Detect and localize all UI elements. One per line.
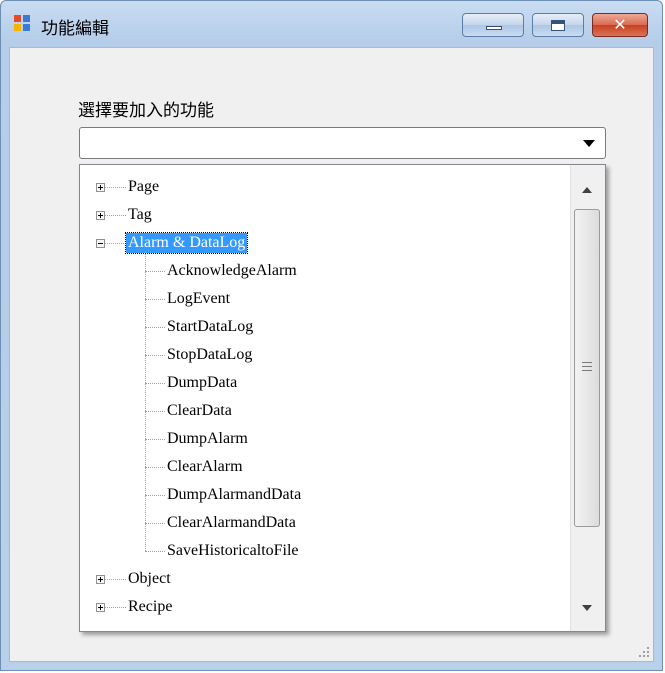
tree-connector xyxy=(145,523,165,524)
tree-child-node[interactable]: AcknowledgeAlarm xyxy=(80,257,570,285)
tree-node-label[interactable]: Page xyxy=(126,177,161,197)
tree-connector xyxy=(105,215,126,216)
expand-icon[interactable] xyxy=(96,603,105,612)
tree-child-label[interactable]: ClearAlarm xyxy=(165,457,245,477)
minimize-button[interactable] xyxy=(462,13,524,37)
tree-connector xyxy=(105,579,126,580)
tree-child-node[interactable]: ClearAlarm xyxy=(80,453,570,481)
tree-child-label[interactable]: LogEvent xyxy=(165,289,232,309)
expand-icon[interactable] xyxy=(96,575,105,584)
tree-child-label[interactable]: AcknowledgeAlarm xyxy=(165,261,299,281)
tree-child-node[interactable]: DumpAlarm xyxy=(80,425,570,453)
dialog-window: 功能編輯 ✕ 選擇要加入的功能 Page Tag Alarm & DataLog Ac… xyxy=(0,0,663,671)
tree-child-node[interactable]: ClearData xyxy=(80,397,570,425)
tree-connector xyxy=(105,187,126,188)
tree-child-label[interactable]: DumpAlarm xyxy=(165,429,250,449)
tree-child-label[interactable]: SaveHistoricaltoFile xyxy=(165,541,301,561)
tree-child-node[interactable]: LogEvent xyxy=(80,285,570,313)
function-select-label: 選擇要加入的功能 xyxy=(78,101,214,121)
resize-grip-icon[interactable] xyxy=(639,647,649,657)
tree-node-label[interactable]: Recipe xyxy=(126,597,174,617)
close-button[interactable]: ✕ xyxy=(592,13,648,37)
tree-child-node[interactable]: ClearAlarmandData xyxy=(80,509,570,537)
expand-icon[interactable] xyxy=(96,211,105,220)
tree-node[interactable]: Object xyxy=(80,565,570,593)
tree-child-label[interactable]: StopDataLog xyxy=(165,345,254,365)
tree-child-node[interactable]: DumpAlarmandData xyxy=(80,481,570,509)
maximize-button[interactable] xyxy=(532,13,584,37)
tree-child-node[interactable]: SaveHistoricaltoFile xyxy=(80,537,570,565)
tree-child-label[interactable]: ClearData xyxy=(165,401,234,421)
tree-child-label[interactable]: DumpAlarmandData xyxy=(165,485,303,505)
tree-node-label[interactable]: Alarm & DataLog xyxy=(124,232,249,254)
tree-node[interactable]: Recipe xyxy=(80,593,570,621)
window-title: 功能編輯 xyxy=(41,19,109,39)
scroll-up-arrow-icon[interactable] xyxy=(582,187,592,193)
tree-connector xyxy=(145,411,165,412)
collapse-icon[interactable] xyxy=(96,239,105,248)
scroll-down-arrow-icon[interactable] xyxy=(582,605,592,611)
tree-scrollbar[interactable] xyxy=(570,165,605,631)
tree-connector xyxy=(145,439,165,440)
tree-connector xyxy=(105,243,126,244)
tree-connector xyxy=(145,299,165,300)
maximize-icon xyxy=(551,20,565,31)
tree-node-label[interactable]: Object xyxy=(126,569,173,589)
tree-child-guide xyxy=(145,251,146,551)
tree-rows: Page Tag Alarm & DataLog AcknowledgeAlarm Lo… xyxy=(80,165,570,631)
tree-child-node[interactable]: DumpData xyxy=(80,369,570,397)
tree-node[interactable]: Tag xyxy=(80,201,570,229)
tree-child-node[interactable]: StartDataLog xyxy=(80,313,570,341)
thumb-grip-line xyxy=(582,366,592,367)
tree-child-label[interactable]: StartDataLog xyxy=(165,317,255,337)
close-icon: ✕ xyxy=(613,15,627,34)
tree-child-node[interactable]: StopDataLog xyxy=(80,341,570,369)
thumb-grip-line xyxy=(582,362,592,363)
tree-child-label[interactable]: DumpData xyxy=(165,373,239,393)
tree-connector xyxy=(145,551,165,552)
client-area: 選擇要加入的功能 Page Tag Alarm & DataLog Acknowled… xyxy=(9,47,654,662)
title-bar[interactable]: 功能編輯 ✕ xyxy=(1,1,662,47)
tree-connector xyxy=(145,383,165,384)
thumb-grip-line xyxy=(582,370,592,371)
tree-node-label[interactable]: Tag xyxy=(126,205,154,225)
tree-connector xyxy=(105,607,126,608)
function-combobox[interactable] xyxy=(79,127,606,159)
tree-connector xyxy=(145,355,165,356)
function-tree[interactable]: Page Tag Alarm & DataLog AcknowledgeAlarm Lo… xyxy=(79,164,606,632)
tree-child-label[interactable]: ClearAlarmandData xyxy=(165,513,298,533)
tree-node[interactable]: Page xyxy=(80,173,570,201)
tree-connector xyxy=(145,495,165,496)
minimize-icon xyxy=(486,26,502,30)
tree-connector xyxy=(145,467,165,468)
form-app-icon xyxy=(14,15,32,33)
tree-node[interactable]: Alarm & DataLog xyxy=(80,229,570,257)
tree-connector xyxy=(145,327,165,328)
scroll-thumb[interactable] xyxy=(574,209,600,527)
chevron-down-icon[interactable] xyxy=(583,140,595,147)
expand-icon[interactable] xyxy=(96,183,105,192)
tree-connector xyxy=(145,271,165,272)
